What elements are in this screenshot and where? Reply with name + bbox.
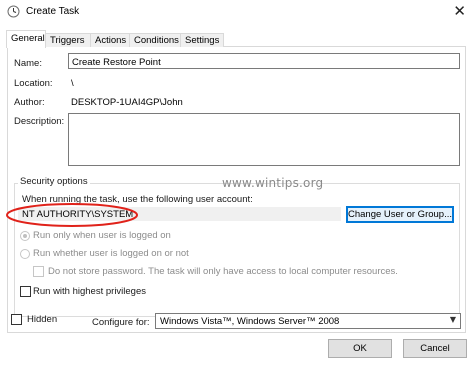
tab-settings[interactable]: Settings xyxy=(180,33,224,47)
description-label: Description: xyxy=(14,116,65,127)
tab-actions[interactable]: Actions xyxy=(90,33,130,47)
highlight-ellipse xyxy=(6,203,138,227)
run-highest-privileges-label: Run with highest privileges xyxy=(33,286,147,297)
cancel-button[interactable]: Cancel xyxy=(403,339,467,358)
hidden-checkbox[interactable] xyxy=(11,314,22,325)
do-not-store-password-label: Do not store password. The task will onl… xyxy=(48,266,398,277)
run-highest-privileges-checkbox[interactable] xyxy=(20,286,31,297)
location-label: Location: xyxy=(14,78,53,89)
radio-run-whether[interactable] xyxy=(20,249,30,259)
tab-conditions[interactable]: Conditions xyxy=(129,33,181,47)
author-value: DESKTOP-1UAI4GP\John xyxy=(71,97,183,108)
tab-general[interactable]: General xyxy=(6,30,46,48)
watermark-text: www.wintips.org xyxy=(222,176,324,190)
chevron-down-icon: ▼ xyxy=(449,315,456,324)
window-title: Create Task xyxy=(26,6,80,17)
radio-run-whether-label: Run whether user is logged on or not xyxy=(33,248,189,259)
ok-button[interactable]: OK xyxy=(328,339,392,358)
radio-run-logged-on[interactable] xyxy=(20,231,30,241)
security-options-title: Security options xyxy=(18,176,90,187)
location-value: \ xyxy=(71,78,74,89)
name-label: Name: xyxy=(14,58,42,69)
do-not-store-password-checkbox[interactable] xyxy=(33,266,44,277)
configure-for-value: Windows Vista™, Windows Server™ 2008 xyxy=(160,316,340,327)
close-icon[interactable]: ✕ xyxy=(453,2,466,20)
tab-triggers[interactable]: Triggers xyxy=(45,33,91,47)
hidden-label: Hidden xyxy=(27,314,58,325)
change-user-button[interactable]: Change User or Group... xyxy=(346,206,454,223)
author-label: Author: xyxy=(14,97,45,108)
name-input[interactable]: Create Restore Point xyxy=(68,53,460,69)
task-scheduler-icon xyxy=(7,5,20,18)
configure-for-select[interactable]: Windows Vista™, Windows Server™ 2008 ▼ xyxy=(155,313,461,329)
title-bar: Create Task ✕ xyxy=(0,0,474,24)
description-textarea[interactable] xyxy=(68,113,460,166)
name-value: Create Restore Point xyxy=(72,57,161,68)
configure-for-label: Configure for: xyxy=(92,317,150,328)
radio-run-logged-on-label: Run only when user is logged on xyxy=(33,230,171,241)
